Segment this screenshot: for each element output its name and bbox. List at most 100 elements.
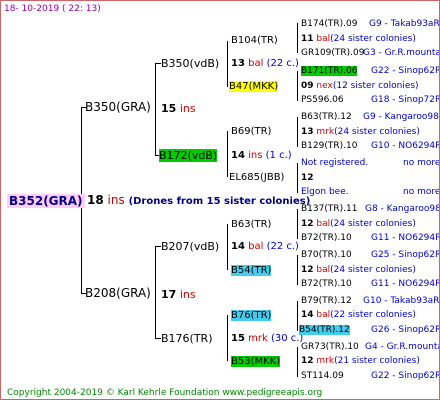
- gen4-num: 09: [301, 81, 314, 91]
- gen5-name: PS596.06: [301, 95, 344, 105]
- root-unit: ins: [107, 193, 125, 207]
- gen3-num: 14: [231, 150, 245, 161]
- gen4-name: B53(MKK): [231, 356, 281, 367]
- connector-g3a: [155, 63, 156, 155]
- gen4-node-0[interactable]: B104(TR): [231, 34, 278, 47]
- gen3-num: 14: [231, 241, 245, 252]
- gen4-extra: (21 sister colonies): [334, 356, 420, 366]
- gen4-unit: mrk: [316, 127, 335, 137]
- gen4-num: 12: [301, 265, 314, 275]
- generation-date: 18- 10-2019 ( 22: 13): [4, 4, 101, 14]
- gen5-row-11[interactable]: B72(TR).10: [301, 278, 352, 291]
- gen4-unit: mrk: [316, 356, 335, 366]
- gen5-code-15: G22 - Sinop62R: [371, 370, 439, 383]
- gen4-stats-7: 12 mrk(21 sister colonies): [301, 355, 420, 368]
- gen5-name: B72(TR).10: [301, 279, 352, 289]
- gen3-unit: bal: [248, 58, 264, 69]
- gen5-row-6[interactable]: Not registered.: [301, 157, 368, 170]
- root-drones: (Drones from 15 sister colonies): [128, 196, 311, 207]
- gen4-stats-4: 12 bal(24 sister colonies): [301, 218, 416, 231]
- gen4-node-2[interactable]: B69(TR): [231, 125, 271, 138]
- gen4-stats-3: 12: [301, 172, 314, 185]
- pedigree-chart: 18- 10-2019 ( 22: 13) B352(GRA) 18 ins (…: [0, 0, 440, 400]
- gen2-node-0[interactable]: B350(GRA): [85, 101, 151, 114]
- gen4-extra: (24 sister colonies): [330, 265, 416, 275]
- gen4-stats-2: 13 mrk(24 sister colonies): [301, 126, 420, 139]
- gen4-extra: (12 sister colonies): [332, 81, 419, 91]
- gen4-num: 12: [301, 356, 314, 366]
- footer-copyright: Copyright 2004-2019 © Karl Kehrle Founda…: [7, 388, 323, 398]
- gen5-row-4[interactable]: B63(TR).12: [301, 111, 352, 124]
- connector-g5c: [297, 117, 298, 147]
- gen5-name: B79(TR).12: [301, 296, 352, 306]
- gen4-node-7[interactable]: B53(MKK): [231, 355, 281, 368]
- gen4-unit: bal: [316, 219, 331, 229]
- gen5-name: GR109(TR).09: [301, 48, 365, 58]
- gen4-unit: bal: [316, 265, 331, 275]
- gen5-code: G25 - Sinop62R: [371, 250, 440, 260]
- gen4-extra: (24 sister colonies): [330, 219, 416, 229]
- gen5-name: B129(TR).10: [301, 141, 358, 151]
- root-name: B352(GRA): [7, 194, 85, 208]
- gen3-num: 15: [231, 333, 245, 344]
- gen3-extra: (22 c.): [266, 58, 299, 69]
- gen4-node-5[interactable]: B54(TR): [231, 264, 272, 277]
- root-node[interactable]: B352(GRA): [7, 193, 85, 208]
- gen3-node-2[interactable]: B207(vdB): [161, 240, 219, 253]
- connector-g5g: [297, 301, 298, 331]
- gen5-name: Not registered.: [301, 158, 369, 168]
- gen3-num: 13: [231, 58, 245, 69]
- gen3-unit: bal: [248, 241, 264, 252]
- gen3-node-1[interactable]: B172(vdB): [159, 149, 218, 162]
- gen5-name: B54(TR).12: [299, 325, 350, 335]
- gen5-row-8[interactable]: B137(TR).11: [301, 203, 357, 216]
- gen5-code: no more: [403, 187, 440, 197]
- gen5-name: B137(TR).11: [301, 204, 358, 214]
- gen5-name: B72(TR).10: [301, 233, 352, 243]
- gen5-row-7[interactable]: Elgon bee.: [301, 186, 349, 199]
- gen5-code: G9 - Takab93aR: [369, 19, 440, 29]
- gen3-extra: (22 c.): [266, 241, 299, 252]
- gen5-row-2[interactable]: B171(TR).06: [301, 65, 358, 78]
- gen5-code: G8 - Kangaroo98R: [365, 204, 440, 214]
- gen5-row-15[interactable]: ST114.09: [301, 370, 344, 383]
- gen4-stats-0: 11 bal(24 sister colonies): [301, 33, 416, 46]
- gen5-row-5[interactable]: B129(TR).10: [301, 140, 357, 153]
- gen5-row-14[interactable]: GR73(TR).10: [301, 341, 359, 354]
- gen4-extra: (24 sister colonies): [334, 127, 420, 137]
- root-num: 18: [87, 193, 104, 207]
- gen4-name: B63(TR): [231, 219, 272, 230]
- connector-g5a: [297, 23, 298, 53]
- gen4-name: B47(MKK): [229, 81, 279, 92]
- gen4-node-1[interactable]: B47(MKK): [229, 80, 279, 93]
- gen5-row-1[interactable]: GR109(TR).09: [301, 47, 365, 60]
- connector-g4d: [227, 315, 228, 361]
- gen3-node-3[interactable]: B176(TR): [161, 332, 213, 345]
- gen3-name: B176(TR): [161, 332, 213, 345]
- gen3-stats-2: 14 bal (22 c.): [231, 240, 299, 253]
- gen5-row-3[interactable]: PS596.06: [301, 94, 344, 107]
- gen4-num: 12: [301, 173, 314, 183]
- gen2-num: 15: [161, 102, 177, 115]
- gen5-name: GR73(TR).10: [301, 342, 359, 352]
- gen4-num: 12: [301, 219, 314, 229]
- gen2-node-1[interactable]: B208(GRA): [85, 287, 151, 300]
- gen4-name: B69(TR): [231, 126, 272, 137]
- gen5-row-10[interactable]: B70(TR).10: [301, 249, 352, 262]
- gen3-node-0[interactable]: B350(vdB): [161, 57, 219, 70]
- gen3-stats-1: 14 ins (1 c.): [231, 149, 292, 162]
- gen2-stats-1: 17 ins: [161, 288, 196, 301]
- connector-g5d: [297, 163, 298, 193]
- gen5-row-12[interactable]: B79(TR).12: [301, 295, 352, 308]
- gen4-node-3[interactable]: EL685(JBB): [229, 171, 284, 184]
- gen4-node-6[interactable]: B76(TR): [231, 309, 272, 322]
- gen3-name: B350(vdB): [161, 57, 220, 70]
- gen5-row-9[interactable]: B72(TR).10: [301, 232, 352, 245]
- gen5-name: B63(TR).12: [301, 112, 352, 122]
- gen4-node-4[interactable]: B63(TR): [231, 218, 271, 231]
- gen5-row-0[interactable]: B174(TR).09: [301, 18, 357, 31]
- gen5-row-13[interactable]: B54(TR).12: [299, 324, 350, 337]
- gen5-code-1: G3 - Gr.R.mounta: [363, 47, 439, 60]
- gen5-code: G18 - Sinop72R: [371, 95, 440, 105]
- gen5-code-11: G11 - NO6294R: [371, 278, 439, 291]
